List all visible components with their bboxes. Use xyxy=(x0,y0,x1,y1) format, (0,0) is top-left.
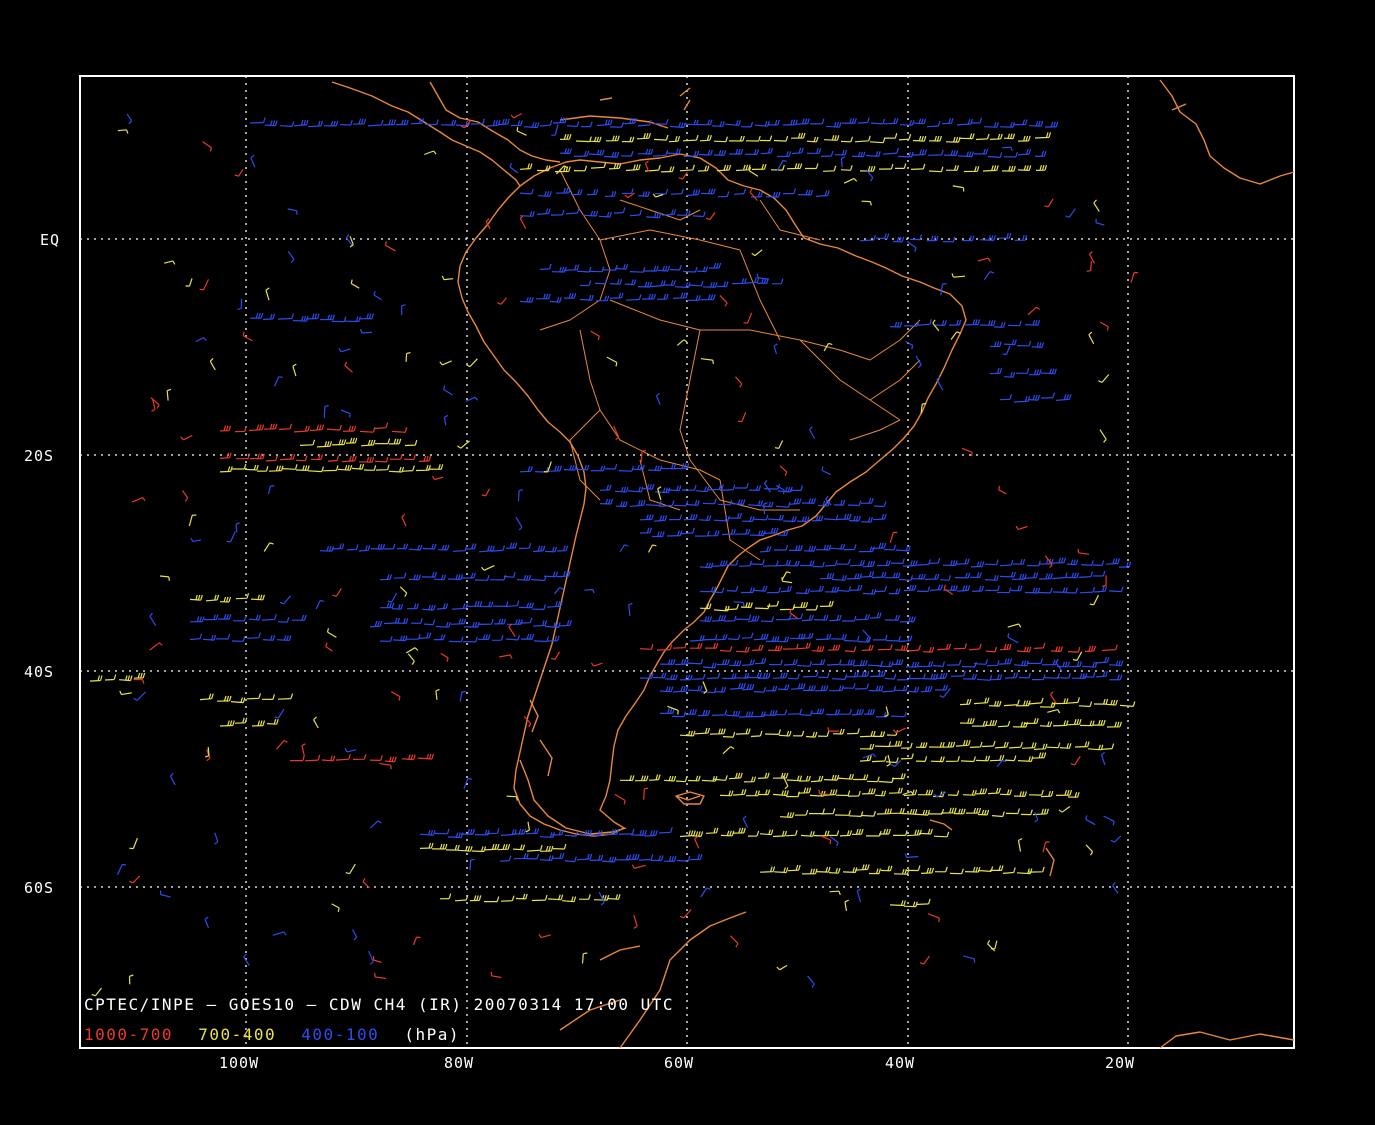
lon-label-20w: 20W xyxy=(1105,1054,1135,1072)
lon-label-60w: 60W xyxy=(664,1054,694,1072)
credit-line: CPTEC/INPE — GOES10 — CDW CH4 (IR) 20070… xyxy=(84,995,674,1014)
legend-mid-level: 700-400 xyxy=(198,1025,276,1044)
lon-label-100w: 100W xyxy=(219,1054,259,1072)
wind-map: EQ 20S 40S 60S 100W 80W 60W 40W 20W CPTE… xyxy=(0,0,1375,1125)
lat-label-60s: 60S xyxy=(24,879,54,897)
lat-label-eq: EQ xyxy=(40,231,60,249)
legend-low-level: 1000-700 xyxy=(84,1025,173,1044)
lat-label-40s: 40S xyxy=(24,663,54,681)
legend-high-level: 400-100 xyxy=(301,1025,379,1044)
lon-label-80w: 80W xyxy=(444,1054,474,1072)
legend-units: (hPa) xyxy=(404,1025,460,1044)
lon-label-40w: 40W xyxy=(885,1054,915,1072)
pressure-legend: 1000-700 700-400 400-100 (hPa) xyxy=(84,1025,460,1044)
lat-label-20s: 20S xyxy=(24,447,54,465)
